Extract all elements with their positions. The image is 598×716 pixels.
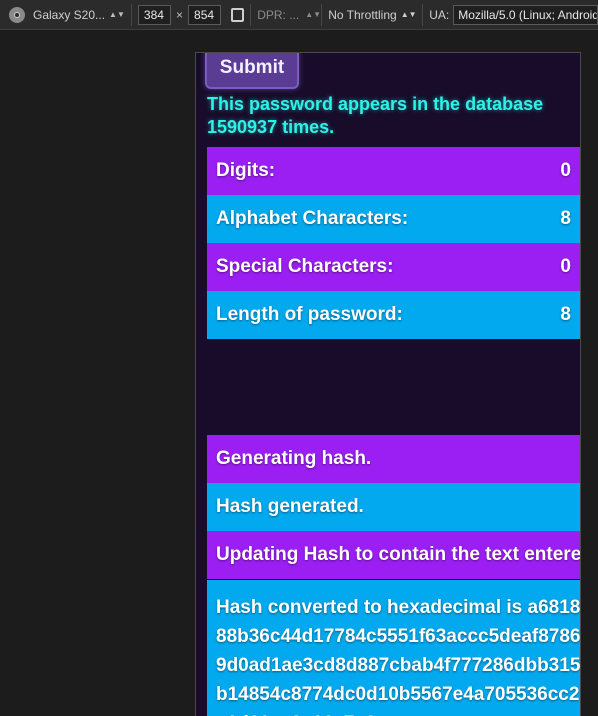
throttling-select[interactable]: No Throttling ▲▼ xyxy=(328,8,416,22)
dpr-label: DPR: ... xyxy=(257,7,300,22)
dimension-separator: × xyxy=(176,7,184,22)
hash-output: Hash converted to hexadecimal is a6818b8… xyxy=(207,580,581,716)
toolbar-divider xyxy=(130,3,132,26)
stat-row-special: Special Characters: 0 xyxy=(207,243,580,291)
stat-label: Length of password: xyxy=(216,304,403,325)
log-text: Generating hash. xyxy=(216,448,372,469)
dropdown-caret-icon: ▲▼ xyxy=(109,10,125,19)
stat-value: 8 xyxy=(560,208,571,229)
device-toolbar: Galaxy S20... ▲▼ 384 × 854 DPR: ... ▲▼ N… xyxy=(0,0,598,30)
log-text: Updating Hash to contain the text entere… xyxy=(216,544,581,565)
ua-label: UA: xyxy=(429,7,450,22)
toolbar-divider xyxy=(422,3,424,26)
stat-row-alphabet: Alphabet Characters: 8 xyxy=(207,195,580,243)
stat-value: 0 xyxy=(560,160,571,181)
hash-line: b14854c8774dc0d10b5567e4a705536cc2 xyxy=(216,684,580,705)
stat-label: Special Characters: xyxy=(216,256,394,277)
throttling-label: No Throttling xyxy=(328,7,397,22)
height-input[interactable]: 854 xyxy=(188,4,222,25)
breach-count-message: This password appears in the database 15… xyxy=(207,94,544,137)
chrome-icon xyxy=(9,6,25,23)
log-row-generating: Generating hash. xyxy=(207,435,580,483)
stat-label: Digits: xyxy=(216,160,276,181)
submit-button[interactable]: Submit xyxy=(205,53,299,89)
stat-label: Alphabet Characters: xyxy=(216,208,409,229)
user-agent-input[interactable]: Mozilla/5.0 (Linux; Android xyxy=(453,4,598,25)
device-viewport: Submit This password appears in the data… xyxy=(195,52,581,716)
toolbar-divider xyxy=(250,3,252,26)
rotate-icon[interactable] xyxy=(231,7,245,22)
device-select[interactable]: Galaxy S20... ▲▼ xyxy=(33,8,125,22)
hash-line: c1d61ec8a16a7e6 xyxy=(216,709,580,716)
log-row-updating: Updating Hash to contain the text entere… xyxy=(207,531,581,579)
device-name: Galaxy S20... xyxy=(33,7,106,22)
hash-line: Hash converted to hexadecimal is a6818b8… xyxy=(216,597,581,618)
dropdown-caret-icon: ▲▼ xyxy=(400,10,417,19)
dropdown-caret-icon: ▲▼ xyxy=(305,10,322,19)
stat-row-length: Length of password: 8 xyxy=(207,291,580,339)
hash-line: 88b36c44d17784c5551f63accc5deaf8786 xyxy=(216,626,581,647)
toolbar-divider xyxy=(321,3,323,26)
stat-value: 8 xyxy=(560,304,571,325)
dpr-select[interactable]: DPR: ... ▲▼ xyxy=(257,7,321,22)
stat-value: 0 xyxy=(560,256,571,277)
hash-line: 9d0ad1ae3cd8d887cbab4f777286dbb315f xyxy=(216,655,581,676)
width-input[interactable]: 384 xyxy=(137,4,172,25)
stat-row-digits: Digits: 0 xyxy=(207,147,580,195)
log-row-generated: Hash generated. xyxy=(207,483,580,531)
log-text: Hash generated. xyxy=(216,496,364,517)
